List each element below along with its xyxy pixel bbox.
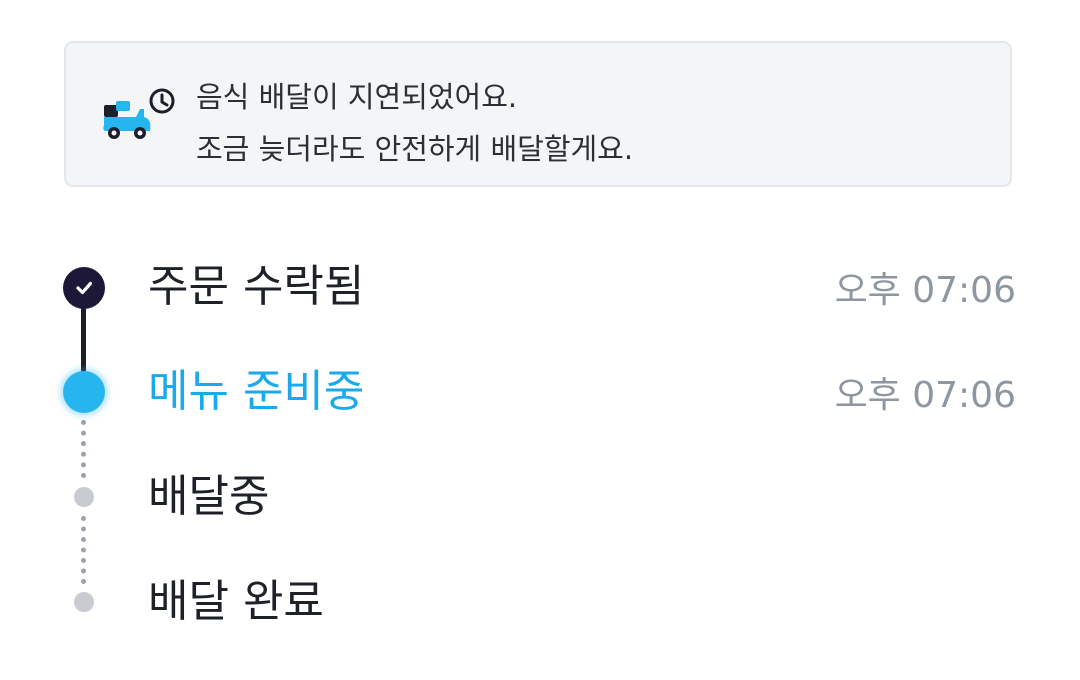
- step-label-order-accepted: 주문 수락됨: [148, 261, 365, 312]
- step-label-delivered: 배달 완료: [148, 576, 324, 627]
- timeline-connector-done: [81, 300, 86, 380]
- step-pending-marker: [74, 592, 94, 612]
- timeline-connector-pending-1: [81, 420, 86, 478]
- step-label-delivering: 배달중: [148, 471, 270, 522]
- timeline-connector-pending-2: [81, 516, 86, 584]
- step-pending-marker: [74, 487, 94, 507]
- check-icon: [76, 281, 93, 295]
- step-current-marker: [63, 371, 105, 413]
- step-time-preparing: 오후 07:06: [834, 375, 1016, 416]
- step-done-marker: [63, 267, 105, 309]
- order-status-timeline: 주문 수락됨 오후 07:06 메뉴 준비중 오후 07:06 배달중 배달 완…: [0, 0, 1080, 680]
- step-time-order-accepted: 오후 07:06: [834, 270, 1016, 311]
- step-label-preparing: 메뉴 준비중: [148, 366, 365, 417]
